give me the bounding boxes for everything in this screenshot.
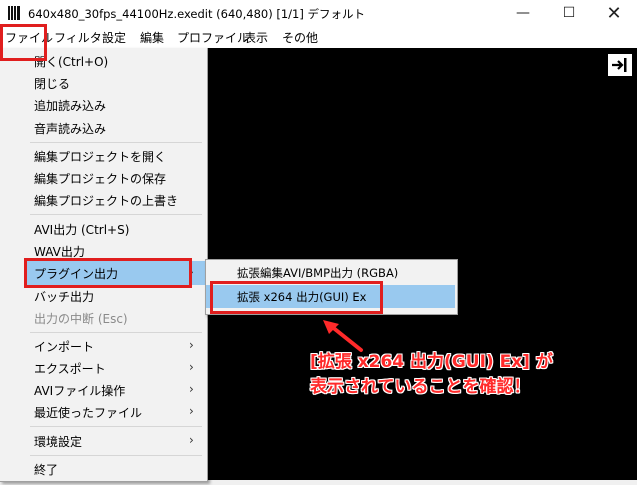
close-button[interactable]: ✕ — [591, 0, 637, 26]
menu-edit[interactable]: 編集 — [140, 29, 164, 46]
annotation-line-1: [拡張 x264 出力(GUI) Ex] が — [310, 352, 553, 372]
plugin-output-annotation-box — [24, 258, 192, 288]
film-icon — [8, 6, 20, 20]
annotation-line-2: 表示されていることを確認！ — [310, 377, 531, 397]
minimize-button[interactable]: — — [500, 0, 546, 26]
dock-right-icon[interactable] — [608, 54, 632, 76]
menu-separator — [30, 142, 202, 143]
menu-separator — [30, 426, 202, 427]
chevron-right-icon: › — [189, 338, 194, 352]
submenu-item-avi-bmp-rgba[interactable]: 拡張編集AVI/BMP出力 (RGBA) — [237, 265, 398, 281]
menu-separator — [30, 455, 202, 456]
menu-separator — [30, 214, 202, 215]
menu-other[interactable]: その他 — [282, 29, 318, 46]
menu-settings[interactable]: 設定 — [102, 29, 126, 46]
menu-item-audio-load[interactable]: 音声読み込み — [34, 120, 106, 137]
menu-separator — [30, 332, 202, 333]
menu-item-avi-file-ops[interactable]: AVIファイル操作 — [34, 382, 125, 399]
chevron-right-icon: › — [189, 433, 194, 447]
menu-filter[interactable]: フィルタ — [54, 29, 102, 46]
menu-item-add-load[interactable]: 追加読み込み — [34, 97, 106, 114]
menu-item-open-project[interactable]: 編集プロジェクトを開く — [34, 148, 166, 165]
menu-item-exit[interactable]: 終了 — [34, 461, 58, 478]
file-menu-annotation-box — [0, 24, 47, 61]
chevron-right-icon: › — [189, 360, 194, 374]
menu-item-recent-files[interactable]: 最近使ったファイル — [34, 404, 142, 421]
menu-item-import[interactable]: インポート — [34, 338, 94, 355]
window-title: 640x480_30fps_44100Hz.exedit (640,480) [… — [28, 7, 365, 21]
chevron-right-icon: › — [189, 404, 194, 418]
menu-item-preferences[interactable]: 環境設定 — [34, 433, 82, 450]
menu-item-overwrite-project[interactable]: 編集プロジェクトの上書き — [34, 192, 178, 209]
menu-view[interactable]: 表示 — [244, 29, 268, 46]
menu-item-export[interactable]: エクスポート — [34, 360, 106, 377]
callout-arrow-icon — [323, 320, 363, 352]
maximize-button[interactable]: ☐ — [546, 0, 592, 26]
menu-profile[interactable]: プロファイル — [177, 29, 249, 46]
menu-item-stop-output: 出力の中断 (Esc) — [34, 312, 128, 326]
menu-item-avi-output[interactable]: AVI出力 (Ctrl+S) — [34, 221, 129, 238]
x264-annotation-box — [210, 281, 383, 314]
title-bar: 640x480_30fps_44100Hz.exedit (640,480) [… — [0, 0, 637, 26]
annotation-text: [拡張 x264 出力(GUI) Ex] が 表示されていることを確認！ — [310, 350, 553, 400]
menu-bar: ファイル フィルタ 設定 編集 プロファイル 表示 その他 — [0, 26, 637, 48]
menu-item-save-project[interactable]: 編集プロジェクトの保存 — [34, 170, 166, 187]
menu-item-close[interactable]: 閉じる — [34, 75, 70, 92]
chevron-right-icon: › — [189, 382, 194, 396]
menu-item-batch-output[interactable]: バッチ出力 — [34, 288, 94, 305]
